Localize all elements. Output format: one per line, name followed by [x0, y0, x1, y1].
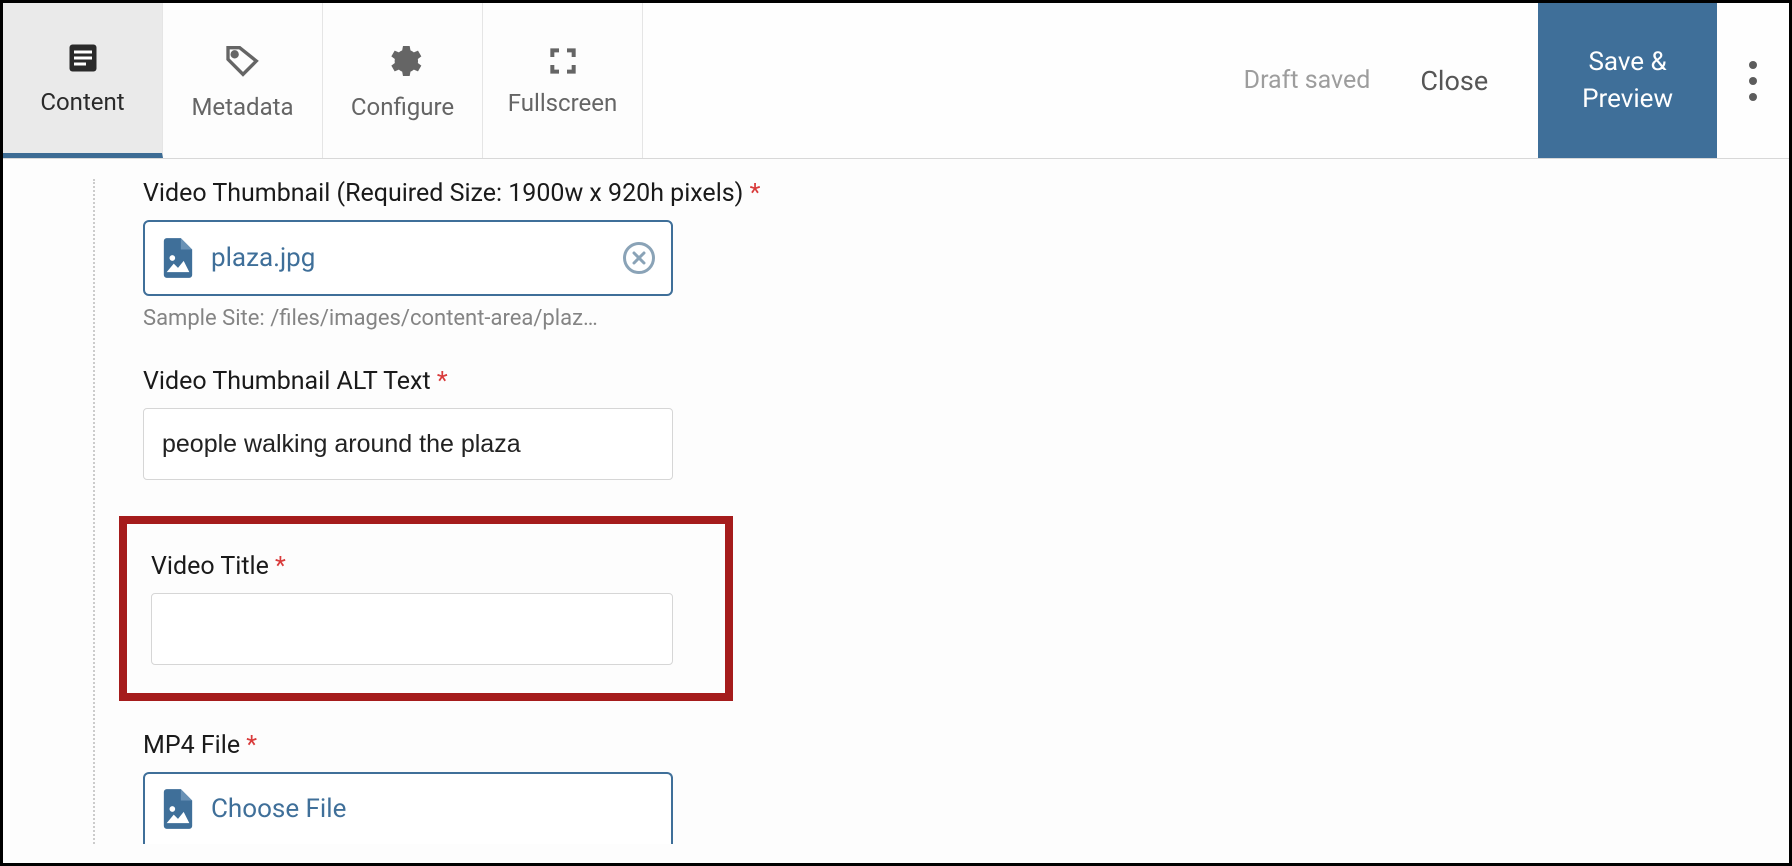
- draft-status: Draft saved: [1244, 66, 1371, 95]
- toolbar-actions: Draft saved Close Save & Preview: [1244, 3, 1789, 158]
- tab-metadata-label: Metadata: [191, 93, 293, 121]
- content-icon: [65, 40, 101, 76]
- more-actions-button[interactable]: [1717, 61, 1789, 101]
- field-video-thumbnail: Video Thumbnail (Required Size: 1900w x …: [143, 179, 1789, 331]
- field-mp4-file: MP4 File * Choose File: [143, 731, 1789, 844]
- tab-fullscreen[interactable]: Fullscreen: [483, 3, 643, 158]
- tab-fullscreen-label: Fullscreen: [508, 89, 617, 117]
- video-thumbnail-label: Video Thumbnail (Required Size: 1900w x …: [143, 179, 1789, 208]
- save-preview-button[interactable]: Save & Preview: [1538, 3, 1717, 158]
- content-area: Video Thumbnail (Required Size: 1900w x …: [3, 159, 1789, 863]
- gear-icon: [383, 41, 423, 81]
- thumbnail-path-hint: Sample Site: /files/images/content-area/…: [143, 306, 1789, 331]
- required-star: *: [437, 367, 448, 396]
- mp4-file-label: MP4 File *: [143, 731, 1789, 760]
- tab-content-label: Content: [40, 88, 124, 116]
- kebab-icon: [1749, 61, 1757, 101]
- tab-configure[interactable]: Configure: [323, 3, 483, 158]
- fullscreen-icon: [547, 45, 579, 77]
- required-star: *: [246, 731, 257, 760]
- clear-thumbnail-button[interactable]: [623, 242, 655, 274]
- field-video-title-highlighted: Video Title *: [119, 516, 733, 701]
- video-thumbnail-file-input[interactable]: plaza.jpg: [143, 220, 673, 296]
- field-alt-text: Video Thumbnail ALT Text *: [143, 367, 1789, 480]
- video-title-label: Video Title *: [151, 552, 709, 581]
- thumbnail-filename: plaza.jpg: [211, 243, 623, 273]
- tab-configure-label: Configure: [351, 93, 454, 121]
- image-file-icon: [161, 238, 195, 278]
- toolbar: Content Metadata Configure Fullscreen Dr…: [3, 3, 1789, 159]
- image-file-icon: [161, 789, 195, 829]
- choose-file-label: Choose File: [211, 794, 346, 824]
- alt-text-input[interactable]: [143, 408, 673, 480]
- video-title-input[interactable]: [151, 593, 673, 665]
- tab-content[interactable]: Content: [3, 3, 163, 158]
- close-button[interactable]: Close: [1420, 65, 1488, 97]
- save-preview-line1: Save &: [1588, 44, 1666, 80]
- required-star: *: [750, 179, 761, 208]
- toolbar-tabs: Content Metadata Configure Fullscreen: [3, 3, 643, 158]
- form: Video Thumbnail (Required Size: 1900w x …: [83, 179, 1789, 844]
- tab-metadata[interactable]: Metadata: [163, 3, 323, 158]
- save-preview-line2: Preview: [1582, 81, 1673, 117]
- tag-icon: [223, 41, 263, 81]
- required-star: *: [275, 552, 286, 581]
- alt-text-label: Video Thumbnail ALT Text *: [143, 367, 1789, 396]
- mp4-choose-file-button[interactable]: Choose File: [143, 772, 673, 844]
- tree-line: [93, 179, 95, 844]
